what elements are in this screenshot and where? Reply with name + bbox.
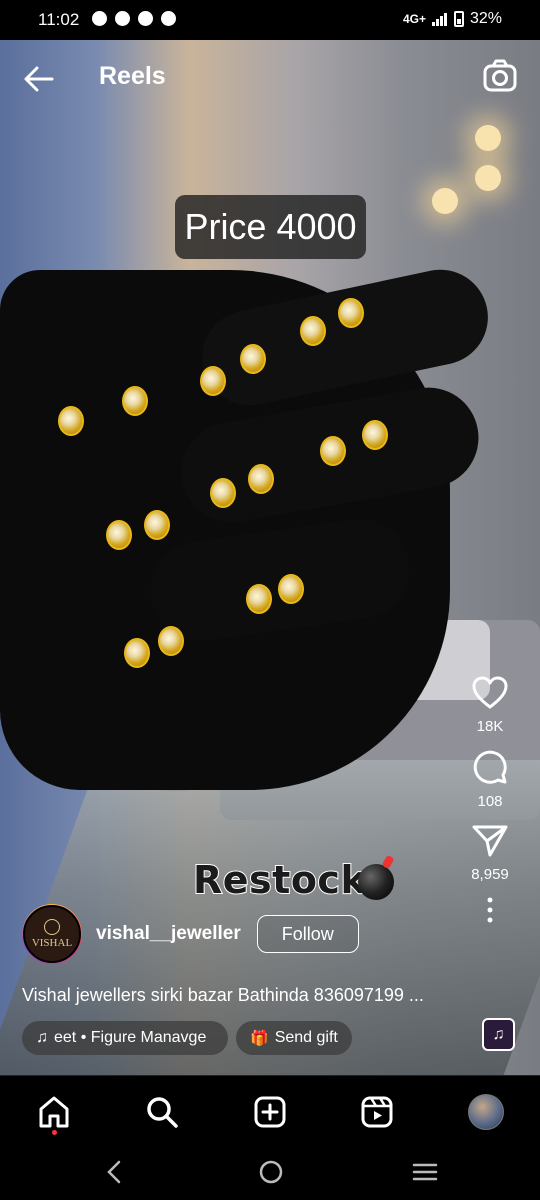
bottom-navigation: [0, 1075, 540, 1144]
comment-action[interactable]: 108: [460, 749, 520, 810]
earring: [278, 574, 304, 604]
earring: [246, 584, 272, 614]
author-avatar[interactable]: VISHAL: [22, 904, 82, 964]
reels-icon[interactable]: [361, 1096, 393, 1128]
send-icon[interactable]: [472, 824, 508, 858]
search-icon[interactable]: [145, 1095, 179, 1129]
back-arrow-icon[interactable]: [22, 62, 56, 96]
author-username[interactable]: vishal__jeweller: [96, 923, 241, 945]
earring: [122, 386, 148, 416]
earring: [362, 420, 388, 450]
gift-label: Send gift: [274, 1029, 338, 1046]
shares-count: 8,959: [471, 866, 509, 883]
earring: [144, 510, 170, 540]
vpn-icon: [115, 11, 130, 26]
nav-reels[interactable]: [357, 1092, 397, 1132]
author-row: VISHAL vishal__jeweller Follow: [22, 904, 359, 964]
create-icon[interactable]: [254, 1096, 286, 1128]
nav-home[interactable]: [34, 1092, 74, 1135]
system-home-icon[interactable]: [258, 1159, 284, 1185]
reel-caption[interactable]: Vishal jewellers sirki bazar Bathinda 83…: [22, 985, 424, 1006]
heart-icon[interactable]: [472, 676, 508, 710]
music-note-icon: ♫: [36, 1029, 48, 1046]
reels-header: Reels: [0, 40, 540, 116]
likes-count: 18K: [476, 718, 504, 735]
side-actions: 18K 108 8,959: [460, 676, 520, 937]
earring: [158, 626, 184, 656]
chat-icon: [92, 11, 107, 26]
signal-icon: [431, 13, 447, 26]
gift-icon: 🎁: [250, 1030, 269, 1047]
earring: [210, 478, 236, 508]
more-vertical-icon[interactable]: [486, 897, 494, 923]
share-action[interactable]: 8,959: [460, 824, 520, 883]
avatar-text: VISHAL: [31, 937, 73, 949]
profile-avatar[interactable]: [468, 1094, 504, 1130]
follow-button[interactable]: Follow: [256, 915, 359, 953]
status-bar: 11:02 4G+ 32%: [0, 0, 540, 40]
audio-thumbnail-icon[interactable]: ♫: [482, 1018, 515, 1051]
status-right: 4G+ 32%: [403, 10, 502, 28]
nav-create[interactable]: [250, 1092, 290, 1132]
send-gift-chip[interactable]: 🎁 Send gift: [236, 1021, 352, 1055]
earring: [58, 406, 84, 436]
nav-search[interactable]: [142, 1092, 182, 1132]
restock-sticker: Restock: [192, 857, 367, 903]
reel-chips: ♫ eet • Figure Manavge 🎁 Send gift: [22, 1021, 352, 1055]
earring: [338, 298, 364, 328]
like-action[interactable]: 18K: [460, 676, 520, 735]
earring: [300, 316, 326, 346]
earring: [124, 638, 150, 668]
vpn-icon: [161, 11, 176, 26]
system-navigation: [0, 1143, 540, 1200]
earring: [106, 520, 132, 550]
notification-icons: [92, 11, 176, 26]
system-recents-icon[interactable]: [412, 1159, 438, 1185]
more-options[interactable]: [460, 897, 520, 923]
earring: [248, 464, 274, 494]
system-back-icon[interactable]: [104, 1159, 124, 1185]
camera-icon[interactable]: [482, 58, 518, 94]
notification-dot: [52, 1130, 57, 1135]
price-overlay: Price 4000: [175, 195, 366, 259]
status-time: 11:02: [38, 10, 80, 29]
bomb-emoji-icon: [358, 864, 394, 900]
chrome-icon: [138, 11, 153, 26]
avatar-logo: VISHAL: [23, 905, 81, 963]
earring: [200, 366, 226, 396]
comments-count: 108: [477, 793, 503, 810]
battery-percent: 32%: [469, 10, 502, 27]
audio-chip[interactable]: ♫ eet • Figure Manavge: [22, 1021, 228, 1055]
comment-icon[interactable]: [472, 749, 508, 785]
earring: [240, 344, 266, 374]
page-title: Reels: [99, 62, 166, 90]
wall-light: [432, 188, 458, 214]
nav-profile[interactable]: [466, 1092, 506, 1132]
audio-label: eet • Figure Manavge: [54, 1029, 207, 1046]
network-indicator: 4G+: [402, 12, 426, 26]
home-icon[interactable]: [37, 1095, 71, 1129]
logo-mark-icon: [44, 919, 60, 935]
wall-light: [475, 125, 501, 151]
earring: [320, 436, 346, 466]
battery-icon: [453, 11, 464, 27]
wall-light: [475, 165, 501, 191]
